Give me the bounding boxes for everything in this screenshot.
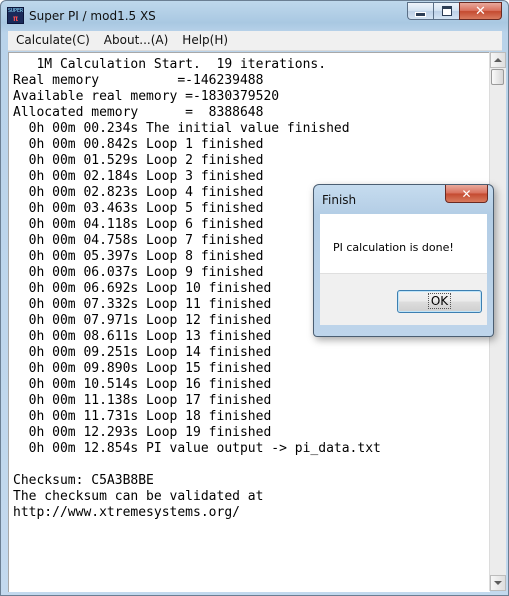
close-button[interactable]: ✕: [459, 2, 502, 20]
maximize-button[interactable]: [433, 2, 459, 20]
menu-calculate[interactable]: Calculate(C): [8, 31, 97, 50]
console-line: The checksum can be validated at: [13, 489, 264, 504]
console-line: 0h 00m 11.731s Loop 18 finished: [13, 409, 272, 424]
scroll-thumb[interactable]: [491, 69, 504, 85]
console-line: 0h 00m 11.138s Loop 17 finished: [13, 393, 272, 408]
scroll-up-button[interactable]: [490, 52, 506, 68]
dialog-title: Finish: [322, 193, 357, 207]
dialog-message: PI calculation is done!: [333, 241, 454, 254]
console-line: 0h 00m 01.529s Loop 2 finished: [13, 153, 264, 168]
console-line: http://www.xtremesystems.org/: [13, 505, 240, 520]
minimize-icon: [415, 11, 426, 17]
arrow-up-icon: [494, 58, 502, 62]
ok-button-label: OK: [427, 293, 452, 309]
menu-bar: Calculate(C) About...(A) Help(H): [8, 31, 502, 51]
console-line: 0h 00m 02.184s Loop 3 finished: [13, 169, 264, 184]
close-icon: ✕: [461, 186, 472, 201]
console-line: 0h 00m 09.251s Loop 14 finished: [13, 345, 272, 360]
scroll-down-button[interactable]: [490, 575, 506, 591]
console-line: Allocated memory = 8388648: [13, 105, 264, 120]
console-line: 0h 00m 09.890s Loop 15 finished: [13, 361, 272, 376]
menu-about[interactable]: About...(A): [97, 31, 176, 50]
minimize-button[interactable]: [407, 2, 433, 20]
app-icon[interactable]: SUPER π: [7, 7, 24, 24]
console-line: 0h 00m 10.514s Loop 16 finished: [13, 377, 272, 392]
ok-button[interactable]: OK: [397, 290, 482, 313]
menu-help[interactable]: Help(H): [175, 31, 235, 50]
window-title: Super PI / mod1.5 XS: [29, 9, 156, 23]
dialog-close-button[interactable]: ✕: [445, 185, 488, 203]
close-icon: ✕: [475, 3, 486, 19]
console-line: 0h 00m 00.842s Loop 1 finished: [13, 137, 264, 152]
app-icon-text-bottom: π: [13, 14, 18, 23]
console-line: Checksum: C5A3B8BE: [13, 473, 154, 488]
caption-buttons: ✕: [407, 2, 502, 21]
finish-dialog: Finish ✕ PI calculation is done! OK: [313, 184, 494, 337]
console-line: Real memory =-146239488: [13, 73, 264, 88]
maximize-icon: [441, 6, 452, 16]
console-line: 0h 00m 12.854s PI value output -> pi_dat…: [13, 441, 381, 456]
console-line: 1M Calculation Start. 19 iterations.: [13, 57, 327, 72]
title-bar[interactable]: SUPER π Super PI / mod1.5 XS ✕: [1, 1, 508, 31]
console-line: 0h 00m 12.293s Loop 19 finished: [13, 425, 272, 440]
arrow-down-icon: [494, 581, 502, 585]
console-line: 0h 00m 00.234s The initial value finishe…: [13, 121, 350, 136]
dialog-body: PI calculation is done!: [320, 214, 487, 273]
dialog-footer: OK: [320, 273, 487, 325]
console-line: Available real memory =-1830379520: [13, 89, 280, 104]
